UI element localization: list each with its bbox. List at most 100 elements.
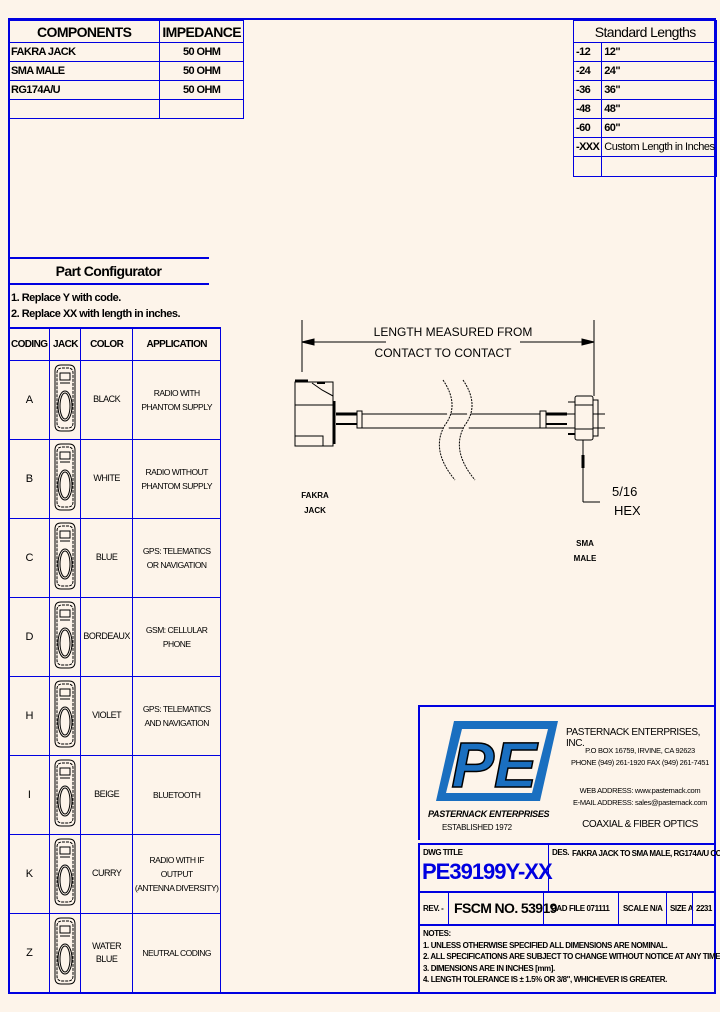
color: BLUE: [80, 517, 133, 598]
color: CURRY: [80, 833, 133, 914]
arrow-right-icon: [581, 338, 595, 346]
color: BLACK: [80, 359, 133, 440]
part-configurator-title: Part Configurator: [8, 257, 209, 285]
coding-code: I: [7, 754, 51, 835]
color: BEIGE: [80, 754, 133, 835]
table-row: -48 48": [572, 99, 718, 119]
application-line: PHONE: [162, 638, 191, 649]
instruction: 2. Replace XX with length in inches.: [11, 308, 181, 320]
table-row: -24 24": [572, 61, 718, 81]
application-line: (ANTENNA DIVERSITY): [134, 882, 219, 893]
svg-text:JACK: JACK: [304, 506, 326, 515]
sheet: 2231: [696, 904, 712, 913]
description: FAKRA JACK TO SMA MALE, RG174A/U COAX: [572, 849, 720, 858]
table-row: -36 36": [572, 80, 718, 100]
application-line: RADIO WITH IF: [149, 854, 204, 865]
logo-name: PASTERNACK ENTERPRISES: [428, 809, 550, 819]
email-address[interactable]: E-MAIL ADDRESS: sales@pasternack.com: [566, 797, 714, 809]
col-impedance: IMPEDANCE: [159, 20, 244, 43]
application: GSM: CELLULAR PHONE: [131, 596, 222, 677]
configurator-row: C BLUE GPS: TELEMATICS OR NAVIGATION: [7, 517, 222, 598]
part-configurator: Part Configurator 1. Replace Y with code…: [8, 257, 209, 329]
jack-cell: [49, 596, 82, 677]
color: WATER BLUE: [80, 912, 133, 993]
coding-code: H: [7, 675, 51, 756]
jack-cell: [49, 359, 82, 440]
configurator-table: CODING JACK COLOR APPLICATION A BLACK RADI…: [7, 327, 222, 993]
fakra-jack-icon: [52, 601, 78, 673]
jack-cell: [49, 675, 82, 756]
note: 3. DIMENSIONS ARE IN INCHES [mm].: [423, 963, 555, 973]
configurator-row: Z WATER BLUE NEUTRAL CODING: [7, 912, 222, 993]
coding-code: C: [7, 517, 51, 598]
svg-text:HEX: HEX: [614, 503, 640, 518]
note: 1. UNLESS OTHERWISE SPECIFIED ALL DIMENS…: [423, 940, 668, 950]
fakra-jack-icon: [52, 917, 78, 989]
jack-cell: [49, 912, 82, 993]
configurator-row: A BLACK RADIO WITH PHANTOM SUPPLY: [7, 359, 222, 440]
size: SIZE A: [670, 904, 694, 913]
configurator-row: D BORDEAUX GSM: CELLULAR PHONE: [7, 596, 222, 677]
configurator-row: K CURRY RADIO WITH IF OUTPUT (ANTENNA DIVERS…: [7, 833, 222, 914]
application-line: RADIO WITH: [153, 387, 200, 398]
fakra-jack-icon: [52, 522, 78, 594]
arrow-left-icon: [301, 338, 315, 346]
company-block: PE PASTERNACK ENTERPRISES ESTABLISHED 19…: [418, 705, 714, 840]
application: RADIO WITH PHANTOM SUPPLY: [131, 359, 222, 440]
application-line: GSM: CELLULAR: [145, 624, 208, 635]
web-address[interactable]: WEB ADDRESS: www.pasternack.com: [566, 785, 714, 797]
fakra-jack-icon: [52, 443, 78, 515]
cad-file: CAD FILE 071111: [551, 904, 610, 913]
col-color: COLOR: [80, 327, 133, 361]
cable-drawing: LENGTH MEASURED FROM CONTACT TO CONTACT …: [294, 320, 640, 563]
configurator-row: B WHITE RADIO WITHOUT PHANTOM SUPPLY: [7, 438, 222, 519]
part-number: PE39199Y-XX: [422, 859, 553, 884]
svg-text:MALE: MALE: [574, 554, 597, 563]
table-row: -XXX Custom Length in Inches: [572, 137, 718, 157]
application-line: PHANTOM SUPPLY: [141, 480, 212, 491]
table-row: FAKRA JACK 50 OHM: [7, 42, 244, 62]
scale: SCALE N/A: [623, 904, 663, 913]
application: GPS: TELEMATICS OR NAVIGATION: [131, 517, 222, 598]
application: BLUETOOTH: [131, 754, 222, 835]
break-mark: [458, 379, 476, 481]
coding-code: A: [7, 359, 51, 440]
application-line: OUTPUT: [160, 868, 193, 879]
fakra-label: FAKRA: [301, 491, 329, 500]
coding-code: Z: [7, 912, 51, 993]
dwg-title-row: DWG TITLE PE39199Y-XX DES. FAKRA JACK TO…: [418, 843, 720, 893]
configurator-row: H VIOLET GPS: TELEMATICS AND NAVIGATION: [7, 675, 222, 756]
col-coding: CODING: [7, 327, 51, 361]
table-row: -60 60": [572, 118, 718, 138]
revision-row: REV. - FSCM NO. 53919 CAD FILE 071111 SC…: [418, 893, 714, 926]
table-row: SMA MALE 50 OHM: [7, 61, 244, 81]
col-jack: JACK: [49, 327, 82, 361]
application-line: NEUTRAL CODING: [142, 947, 212, 958]
standard-lengths-title: Standard Lengths: [572, 20, 718, 43]
dwg-title-label: DWG TITLE: [423, 848, 463, 857]
fakra-jack-icon: [52, 838, 78, 910]
sma-hex-nut: [574, 395, 594, 441]
des-label: DES.: [552, 848, 570, 857]
table-row: RG174A/U 50 OHM: [7, 80, 244, 100]
note: 4. LENGTH TOLERANCE IS ± 1.5% OR 3/8", W…: [423, 975, 667, 984]
color: VIOLET: [80, 675, 133, 756]
jack-cell: [49, 438, 82, 519]
jack-cell: [49, 833, 82, 914]
hex-label: 5/16: [612, 484, 637, 499]
break-mark: [438, 379, 456, 481]
coding-code: K: [7, 833, 51, 914]
color: BORDEAUX: [80, 596, 133, 677]
application: GPS: TELEMATICS AND NAVIGATION: [131, 675, 222, 756]
logo-text: PE: [451, 729, 539, 801]
fakra-jack-icon: [52, 759, 78, 831]
col-application: APPLICATION: [131, 327, 222, 361]
fscm-number: FSCM NO. 53919: [454, 900, 557, 916]
table-row: [572, 156, 718, 177]
application-line: PHANTOM SUPPLY: [141, 401, 212, 412]
application-line: GPS: TELEMATICS: [142, 703, 211, 714]
coding-code: B: [7, 438, 51, 519]
established: ESTABLISHED 1972: [442, 823, 512, 832]
application: RADIO WITH IF OUTPUT (ANTENNA DIVERSITY): [131, 833, 222, 914]
application-line: AND NAVIGATION: [144, 717, 209, 728]
